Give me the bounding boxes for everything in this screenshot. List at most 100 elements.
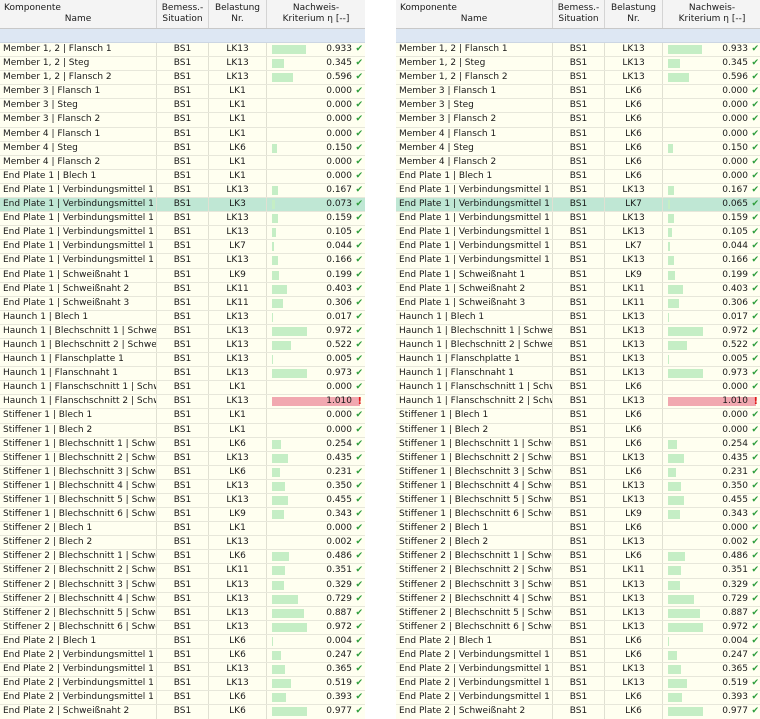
table-row[interactable]: Stiffener 1 | Blechschnitt 1 | Schweiß..…	[0, 437, 365, 452]
table-row[interactable]: End Plate 2 | Blech 1 BS1 LK6 0.004 ✔	[0, 634, 365, 650]
table-row[interactable]: Member 4 | Flansch 1 BS1 LK6 0.000 ✔	[396, 127, 760, 142]
column-header-belastung[interactable]: Belastung Nr.	[209, 0, 267, 28]
table-row[interactable]: Stiffener 2 | Blechschnitt 5 | Schweiß..…	[396, 606, 760, 621]
table-row[interactable]: Stiffener 1 | Blechschnitt 3 | Schweiß..…	[396, 465, 760, 480]
table-row[interactable]: Stiffener 2 | Blechschnitt 2 | Schweiß..…	[396, 564, 760, 579]
table-row[interactable]: Stiffener 2 | Blech 2 BS1 LK13 0.002 ✔	[0, 536, 365, 551]
table-row[interactable]: End Plate 2 | Schweißnaht 2 BS1 LK6 0.977 ✔	[396, 705, 760, 719]
table-row[interactable]: End Plate 1 | Blech 1 BS1 LK1 0.000 ✔	[0, 169, 365, 184]
table-row[interactable]: End Plate 1 | Verbindungsmittel 1 | ... B…	[0, 226, 365, 241]
table-row[interactable]: End Plate 2 | Verbindungsmittel 1 | ... B…	[0, 691, 365, 706]
table-row[interactable]: End Plate 1 | Schweißnaht 3 BS1 LK11 0.306 ✔	[0, 296, 365, 311]
table-row[interactable]: Haunch 1 | Flanschnaht 1 BS1 LK13 0.973 ✔	[396, 367, 760, 382]
table-row[interactable]: Stiffener 2 | Blechschnitt 4 | Schweiß..…	[396, 592, 760, 607]
table-row[interactable]: Stiffener 1 | Blech 2 BS1 LK6 0.000 ✔	[396, 423, 760, 438]
table-row[interactable]: Member 3 | Flansch 1 BS1 LK6 0.000 ✔	[396, 85, 760, 100]
table-row[interactable]: Stiffener 1 | Blech 1 BS1 LK6 0.000 ✔	[396, 409, 760, 424]
table-row[interactable]: Haunch 1 | Blechschnitt 2 | Schweißn...B…	[396, 338, 760, 354]
column-header-komponente[interactable]: Komponente Name	[0, 0, 157, 28]
table-row[interactable]: End Plate 1 | Verbindungsmittel 1 | ... B…	[396, 226, 760, 241]
table-row[interactable]: End Plate 1 | Verbindungsmittel 1 | ... B…	[0, 198, 365, 213]
table-row[interactable]: Member 1, 2 | Steg BS1 LK13 0.345 ✔	[0, 57, 365, 72]
table-row[interactable]: End Plate 2 | Verbindungsmittel 1 | ... B…	[396, 663, 760, 678]
table-row[interactable]: Member 1, 2 | Flansch 1 BS1 LK13 0.933 ✔	[396, 43, 760, 58]
table-row[interactable]: Member 3 | Flansch 2 BS1 LK1 0.000 ✔	[0, 113, 365, 128]
table-row[interactable]: Member 1, 2 | Steg BS1 LK13 0.345 ✔	[396, 57, 760, 72]
table-row[interactable]: End Plate 1 | Verbindungsmittel 1 | ... B…	[396, 198, 760, 213]
table-row[interactable]: End Plate 2 | Verbindungsmittel 1 | ... B…	[0, 649, 365, 664]
column-header-nachweis[interactable]: Nachweis- Kriterium η [--]	[267, 0, 365, 28]
table-row[interactable]: End Plate 2 | Verbindungsmittel 1 | ... B…	[0, 663, 365, 678]
column-header-situation[interactable]: Bemess.- Situation	[157, 0, 209, 28]
table-row[interactable]: End Plate 2 | Verbindungsmittel 1 | ... B…	[396, 649, 760, 664]
table-row[interactable]: End Plate 1 | Verbindungsmittel 1 | ... B…	[0, 240, 365, 255]
table-row[interactable]: Stiffener 1 | Blech 2 BS1 LK1 0.000 ✔	[0, 423, 365, 438]
table-row[interactable]: Haunch 1 | Blechschnitt 1 | Schweißn...B…	[396, 324, 760, 339]
column-header-belastung[interactable]: Belastung Nr.	[605, 0, 663, 28]
table-row[interactable]: Haunch 1 | Flanschschnitt 2 | Schwei...B…	[396, 395, 760, 410]
table-row[interactable]: Stiffener 1 | Blechschnitt 1 | Schweiß..…	[396, 437, 760, 452]
table-row[interactable]: Member 4 | Flansch 1 BS1 LK1 0.000 ✔	[0, 127, 365, 142]
table-row[interactable]: End Plate 2 | Verbindungsmittel 1 | ... B…	[396, 677, 760, 692]
column-header-situation[interactable]: Bemess.- Situation	[553, 0, 605, 28]
table-row[interactable]: Stiffener 2 | Blechschnitt 1 | Schweiß..…	[0, 550, 365, 565]
table-row[interactable]: Stiffener 2 | Blechschnitt 6 | Schweiß..…	[396, 620, 760, 635]
table-row[interactable]: Stiffener 2 | Blech 1 BS1 LK1 0.000 ✔	[0, 522, 365, 537]
table-row[interactable]: End Plate 1 | Schweißnaht 1 BS1 LK9 0.199 ✔	[396, 268, 760, 283]
table-row[interactable]: Stiffener 2 | Blechschnitt 1 | Schweiß..…	[396, 550, 760, 565]
table-row[interactable]: Member 1, 2 | Flansch 1 BS1 LK13 0.933 ✔	[0, 43, 365, 58]
table-row[interactable]: Haunch 1 | Blech 1 BS1 LK13 0.017 ✔	[396, 310, 760, 325]
table-row[interactable]: Stiffener 1 | Blechschnitt 2 | Schweiß..…	[396, 451, 760, 466]
table-row[interactable]: Member 1, 2 | Flansch 2 BS1 LK13 0.596 ✔	[0, 71, 365, 86]
table-row[interactable]: End Plate 1 | Schweißnaht 2 BS1 LK11 0.403 ✔	[396, 282, 760, 297]
table-row[interactable]: Haunch 1 | Flanschnaht 1 BS1 LK13 0.973 ✔	[0, 367, 365, 382]
table-row[interactable]: Member 3 | Steg BS1 LK1 0.000 ✔	[0, 99, 365, 114]
table-row[interactable]: Stiffener 2 | Blech 1 BS1 LK6 0.000 ✔	[396, 522, 760, 537]
table-row[interactable]: End Plate 2 | Verbindungsmittel 1 | ... B…	[396, 691, 760, 706]
table-row[interactable]: End Plate 1 | Verbindungsmittel 1 | ... B…	[0, 212, 365, 227]
table-row[interactable]: Member 4 | Flansch 2 BS1 LK1 0.000 ✔	[0, 155, 365, 170]
table-row[interactable]: End Plate 2 | Schweißnaht 2 BS1 LK6 0.977 ✔	[0, 705, 365, 719]
table-row[interactable]: End Plate 1 | Verbindungsmittel 1 | ... B…	[396, 254, 760, 269]
table-row[interactable]: Stiffener 1 | Blechschnitt 5 | Schweiß..…	[396, 494, 760, 509]
table-row[interactable]: Stiffener 2 | Blechschnitt 3 | Schweiß..…	[0, 578, 365, 593]
table-row[interactable]: End Plate 1 | Schweißnaht 2 BS1 LK11 0.403 ✔	[0, 282, 365, 297]
table-row[interactable]: End Plate 2 | Verbindungsmittel 1 | ... B…	[0, 677, 365, 692]
table-row[interactable]: Member 3 | Flansch 2 BS1 LK6 0.000 ✔	[396, 113, 760, 128]
table-row[interactable]: Haunch 1 | Blechschnitt 1 | Schweißn...B…	[0, 324, 365, 339]
table-row[interactable]: End Plate 1 | Verbindungsmittel 1 | ... B…	[0, 254, 365, 269]
table-row[interactable]: End Plate 1 | Verbindungsmittel 1 | ... B…	[396, 240, 760, 255]
table-row[interactable]: Haunch 1 | Flanschschnitt 1 | Schwei...B…	[0, 381, 365, 396]
table-row[interactable]: Member 4 | Steg BS1 LK6 0.150 ✔	[396, 141, 760, 156]
column-header-komponente[interactable]: Komponente Name	[396, 0, 553, 28]
table-row[interactable]: Haunch 1 | Flanschschnitt 1 | Schwei...B…	[396, 381, 760, 396]
table-row[interactable]: Haunch 1 | Flanschplatte 1 BS1 LK13 0.005 ✔	[396, 353, 760, 368]
table-row[interactable]: End Plate 1 | Blech 1 BS1 LK6 0.000 ✔	[396, 169, 760, 184]
table-row[interactable]: Member 4 | Flansch 2 BS1 LK6 0.000 ✔	[396, 155, 760, 170]
table-row[interactable]: Stiffener 1 | Blechschnitt 6 | Schweiß..…	[396, 508, 760, 523]
table-row[interactable]: Member 3 | Flansch 1 BS1 LK1 0.000 ✔	[0, 85, 365, 100]
table-row[interactable]: Stiffener 1 | Blechschnitt 3 | Schweiß..…	[0, 465, 365, 480]
table-row[interactable]: End Plate 1 | Schweißnaht 1 BS1 LK9 0.199 ✔	[0, 268, 365, 283]
table-row[interactable]: End Plate 1 | Schweißnaht 3 BS1 LK11 0.306 ✔	[396, 296, 760, 311]
table-row[interactable]: End Plate 1 | Verbindungsmittel 1 | ... B…	[0, 183, 365, 199]
table-row[interactable]: Haunch 1 | Flanschplatte 1 BS1 LK13 0.005 ✔	[0, 353, 365, 368]
table-row[interactable]: Stiffener 2 | Blechschnitt 3 | Schweiß..…	[396, 578, 760, 593]
table-row[interactable]: Haunch 1 | Blechschnitt 2 | Schweißn...B…	[0, 338, 365, 354]
table-row[interactable]: Haunch 1 | Blech 1 BS1 LK13 0.017 ✔	[0, 310, 365, 325]
table-row[interactable]: End Plate 1 | Verbindungsmittel 1 | ... B…	[396, 183, 760, 199]
table-row[interactable]: Stiffener 2 | Blechschnitt 6 | Schweiß..…	[0, 620, 365, 635]
table-row[interactable]: Stiffener 1 | Blechschnitt 6 | Schweiß..…	[0, 508, 365, 523]
table-row[interactable]: Stiffener 1 | Blechschnitt 4 | Schweiß..…	[0, 479, 365, 494]
column-header-nachweis[interactable]: Nachweis- Kriterium η [--]	[663, 0, 760, 28]
table-row[interactable]: Stiffener 1 | Blech 1 BS1 LK1 0.000 ✔	[0, 409, 365, 424]
table-row[interactable]: Haunch 1 | Flanschschnitt 2 | Schwei...B…	[0, 395, 365, 410]
table-row[interactable]: Stiffener 2 | Blechschnitt 4 | Schweiß..…	[0, 592, 365, 607]
table-row[interactable]: Stiffener 2 | Blech 2 BS1 LK13 0.002 ✔	[396, 536, 760, 551]
table-row[interactable]: Member 1, 2 | Flansch 2 BS1 LK13 0.596 ✔	[396, 71, 760, 86]
table-row[interactable]: Stiffener 1 | Blechschnitt 4 | Schweiß..…	[396, 479, 760, 494]
table-row[interactable]: Stiffener 2 | Blechschnitt 5 | Schweiß..…	[0, 606, 365, 621]
table-row[interactable]: Stiffener 1 | Blechschnitt 5 | Schweiß..…	[0, 494, 365, 509]
table-row[interactable]: End Plate 2 | Blech 1 BS1 LK6 0.004 ✔	[396, 634, 760, 650]
table-row[interactable]: End Plate 1 | Verbindungsmittel 1 | ... B…	[396, 212, 760, 227]
